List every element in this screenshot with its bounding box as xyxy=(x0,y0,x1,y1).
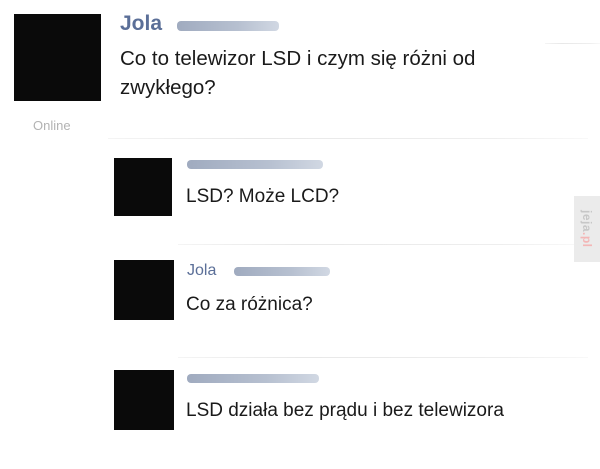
message-line: zwykłego? xyxy=(120,76,216,99)
author-name[interactable]: Jola xyxy=(120,12,162,36)
watermark-tld: .pl xyxy=(580,232,594,248)
message-separator xyxy=(178,244,578,245)
message-text: LSD działa bez prądu i bez telewizora xyxy=(186,400,504,421)
blurred-surname xyxy=(177,21,279,31)
watermark-main: jeja xyxy=(580,210,594,233)
blurred-surname xyxy=(234,267,330,276)
message-text: Co to telewizor LSD i czym się różni od … xyxy=(120,44,475,102)
jeja-watermark: jeja.pl xyxy=(574,196,600,262)
avatar-reply[interactable] xyxy=(114,370,174,430)
blurred-author-name xyxy=(187,374,319,383)
message-line: Co to telewizor LSD i czym się różni od xyxy=(120,47,476,70)
message-separator xyxy=(178,357,588,358)
author-name[interactable]: Jola xyxy=(187,262,216,280)
online-status: Online xyxy=(33,118,71,133)
message-text: Co za różnica? xyxy=(186,294,313,315)
message-separator xyxy=(545,43,600,44)
avatar-reply[interactable] xyxy=(114,158,172,216)
avatar-jola[interactable] xyxy=(14,14,101,101)
avatar-jola[interactable] xyxy=(114,260,174,320)
blurred-author-name xyxy=(187,160,323,169)
message-text: LSD? Może LCD? xyxy=(186,186,340,207)
message-separator xyxy=(108,138,588,139)
